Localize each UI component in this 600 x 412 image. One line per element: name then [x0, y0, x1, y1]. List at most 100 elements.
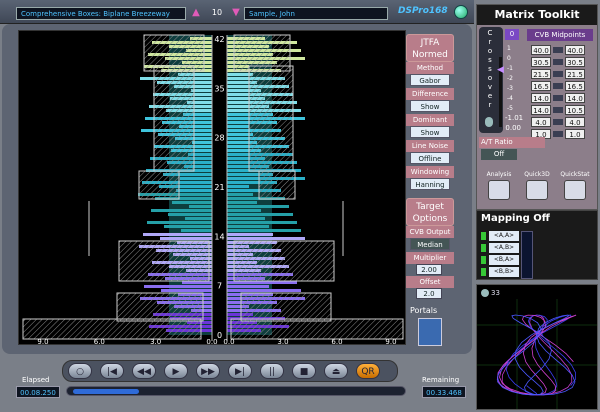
portals-label: Portals	[410, 306, 438, 315]
mapping-row[interactable]: <B,A>	[489, 255, 519, 265]
spectral-plot: 42 35 28 21 14 7 0 9.0 6.0 3.0 0.0 0.0 3.0 6.0 9.0	[22, 34, 404, 346]
cvb-midpoint-right[interactable]: 4.0	[565, 117, 585, 127]
spectral-bar-right	[227, 229, 301, 232]
dominant-button[interactable]: Show	[410, 126, 450, 138]
mapping-row[interactable]: <A,B>	[489, 243, 519, 253]
transport-button[interactable]: QR	[356, 363, 380, 379]
spectral-bar-right	[227, 193, 253, 196]
spectral-bar-right	[227, 213, 293, 216]
y-tick-label: 0	[217, 331, 222, 340]
cvb-midpoint-right[interactable]: 1.0	[565, 129, 585, 139]
target-options-header[interactable]: Target Options	[406, 198, 454, 226]
spectral-bar-right	[227, 221, 297, 224]
analysis-tool[interactable]: Analysis	[481, 171, 517, 209]
cvb-midpoint-left[interactable]: 21.5	[531, 69, 551, 79]
spectral-bar-right	[227, 237, 305, 240]
x-tick-label: 9.0	[385, 338, 396, 346]
line-noise-label: Line Noise	[406, 140, 454, 152]
transport-button[interactable]: ▶	[164, 363, 188, 379]
difference-label: Difference	[406, 88, 454, 100]
mapping-indicator	[481, 232, 486, 240]
remaining-time: 00.33.468	[422, 386, 466, 398]
transport-button[interactable]: ■	[292, 363, 316, 379]
mapping-indicator	[481, 244, 486, 252]
crossover-tick: -2	[507, 75, 513, 82]
jtfa-normed-header[interactable]: JTFA Normed	[406, 34, 454, 62]
transport-button[interactable]: ○	[68, 363, 92, 379]
multiplier-input[interactable]: 2.00	[416, 264, 442, 275]
x-tick-label: 9.0	[37, 338, 48, 346]
prev-page-icon[interactable]: ▲	[190, 7, 202, 20]
offset-input[interactable]: 2.0	[416, 288, 442, 299]
y-tick-label: 35	[214, 84, 224, 93]
dominant-label: Dominant	[406, 114, 454, 126]
spectral-bar-left	[181, 229, 212, 232]
spectral-bar-left	[164, 225, 212, 228]
target-box	[233, 240, 335, 282]
spectral-bar-left	[144, 285, 212, 288]
cvb-midpoint-right[interactable]: 14.0	[565, 93, 585, 103]
cvb-output-label: CVB Output	[406, 226, 454, 238]
x-tick-label: 6.0	[94, 338, 105, 346]
transport-button[interactable]: ▶▶	[196, 363, 220, 379]
cvb-midpoint-left[interactable]: 14.0	[531, 93, 551, 103]
zero-button[interactable]: 0	[505, 29, 519, 40]
cvb-midpoint-left[interactable]: 40.0	[531, 45, 551, 55]
readout-top: -1.01	[505, 114, 524, 122]
cvb-midpoints-header[interactable]: CVB Midpoints	[527, 29, 593, 41]
x-tick-label: 3.0	[150, 338, 161, 346]
mapping-row[interactable]: <A,A>	[489, 231, 519, 241]
globe-icon[interactable]	[454, 5, 468, 19]
cvb-midpoint-left[interactable]: 14.0	[531, 105, 551, 115]
analysis-icon	[488, 180, 510, 200]
portals-icon[interactable]	[418, 318, 442, 346]
cvb-link-icon	[553, 107, 563, 113]
spectral-bar-left	[151, 209, 212, 212]
cvb-output-select[interactable]: Median	[410, 238, 450, 250]
cvb-midpoint-left[interactable]: 4.0	[531, 117, 551, 127]
windowing-select[interactable]: Hanning	[410, 178, 450, 190]
mapping-row[interactable]: <B,B>	[489, 267, 519, 277]
target-box	[22, 318, 202, 340]
y-tick-label: 28	[214, 134, 224, 143]
offset-label: Offset	[406, 276, 454, 288]
next-page-icon[interactable]: ▼	[230, 7, 242, 20]
speaker-field[interactable]: Sample, John	[244, 7, 388, 20]
crossover-knob-icon[interactable]	[485, 117, 493, 127]
y-tick-label: 14	[214, 232, 224, 241]
transport-button[interactable]: ||	[260, 363, 284, 379]
at-ratio-button[interactable]: Off	[481, 149, 517, 160]
transport-button[interactable]: ▶|	[228, 363, 252, 379]
target-box	[118, 240, 210, 282]
target-box	[230, 318, 404, 340]
spectral-bar-left	[192, 141, 212, 144]
transport-button[interactable]: ◀◀	[132, 363, 156, 379]
playback-slider[interactable]	[66, 386, 406, 396]
quick3d-tool[interactable]: Quick3D	[519, 171, 555, 209]
method-select[interactable]: Gabor	[410, 74, 450, 86]
cvb-midpoint-left[interactable]: 30.5	[531, 57, 551, 67]
transport-button[interactable]: |◀	[100, 363, 124, 379]
cvb-midpoint-right[interactable]: 21.5	[565, 69, 585, 79]
spectral-bar-right	[227, 285, 269, 288]
cvb-midpoint-right[interactable]: 30.5	[565, 57, 585, 67]
crossover-tick: -5	[507, 105, 513, 112]
cvb-midpoint-right[interactable]: 40.0	[565, 45, 585, 55]
cvb-midpoint-right[interactable]: 10.5	[565, 105, 585, 115]
windowing-label: Windowing	[406, 166, 454, 178]
mapping-panel: Mapping Off <A,A> <A,B> <B,A> <B,B>	[476, 210, 598, 280]
difference-button[interactable]: Show	[410, 100, 450, 112]
spectral-display[interactable]: 42 35 28 21 14 7 0 9.0 6.0 3.0 0.0 0.0 3.0 6.0 9.0	[18, 30, 406, 346]
cvb-midpoint-left[interactable]: 16.5	[531, 81, 551, 91]
spectral-bar-left	[168, 213, 212, 216]
spectral-bar-right	[227, 289, 301, 292]
crossover-pointer-icon[interactable]: ◀	[497, 65, 504, 75]
crossover-tick: 0	[507, 55, 511, 62]
cvb-midpoint-right[interactable]: 16.5	[565, 81, 585, 91]
mapping-title: Mapping Off	[481, 213, 550, 224]
quickstat-tool[interactable]: QuickStat	[557, 171, 593, 209]
transport-button[interactable]: ⏏	[324, 363, 348, 379]
line-noise-select[interactable]: Offline	[410, 152, 450, 164]
mapping-indicator	[481, 268, 486, 276]
file-title-field[interactable]: Comprehensive Boxes: Biplane Breezeway	[16, 7, 186, 20]
